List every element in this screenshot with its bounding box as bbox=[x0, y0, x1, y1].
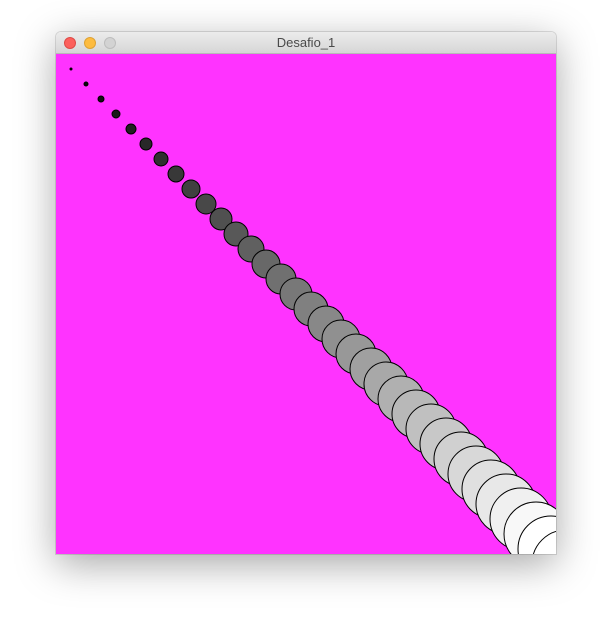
app-window: Desafio_1 bbox=[56, 32, 556, 554]
title-bar[interactable]: Desafio_1 bbox=[56, 32, 556, 54]
sketch-circle bbox=[69, 67, 73, 71]
sketch-circle bbox=[125, 123, 137, 135]
sketch-circle bbox=[83, 81, 89, 87]
sketch-circle bbox=[97, 95, 105, 103]
sketch-circle bbox=[167, 165, 185, 183]
sketch-circle bbox=[139, 137, 153, 151]
sketch-circle bbox=[111, 109, 121, 119]
sketch-canvas[interactable] bbox=[56, 54, 556, 554]
sketch-circle bbox=[181, 179, 201, 199]
sketch-circle bbox=[153, 151, 169, 167]
sketch-svg bbox=[56, 54, 556, 554]
window-title: Desafio_1 bbox=[276, 35, 336, 50]
